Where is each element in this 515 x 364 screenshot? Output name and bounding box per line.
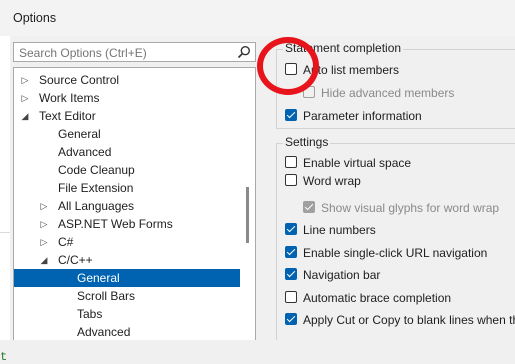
tree-item-label: Source Control (39, 73, 120, 87)
option-label: Automatic brace completion (303, 291, 452, 305)
options-tree[interactable]: ▷ Source Control ▷ Work Items ◢ Text Editor Ge… (13, 67, 256, 340)
tree-item-label: Code Cleanup (58, 163, 135, 177)
checkbox-checked-icon[interactable] (285, 268, 297, 280)
collapsed-arrow-icon[interactable]: ▷ (39, 233, 49, 251)
checkbox-unchecked-icon[interactable] (285, 174, 297, 186)
tree-item-label: ASP.NET Web Forms (58, 217, 173, 231)
tree-item-label: Work Items (39, 91, 100, 105)
checkbox-unchecked-icon[interactable] (285, 291, 297, 303)
settings-legend: Settings (283, 135, 331, 149)
checkbox-unchecked-icon[interactable] (285, 156, 297, 168)
tree-item-label: General (77, 271, 120, 285)
search-placeholder: Search Options (Ctrl+E) (19, 46, 147, 60)
tree-item-label: All Languages (58, 199, 135, 213)
option-label: Enable virtual space (303, 156, 412, 170)
option-label: Apply Cut or Copy to blank lines when th (303, 313, 515, 327)
tree-item-label: Text Editor (39, 109, 96, 123)
search-options-input[interactable]: Search Options (Ctrl+E) (13, 42, 256, 62)
expanded-arrow-icon[interactable]: ◢ (20, 107, 30, 125)
checkbox-checked-icon[interactable] (285, 246, 297, 258)
tree-item[interactable]: Advanced (14, 143, 240, 161)
tree-item[interactable]: Code Cleanup (14, 161, 240, 179)
tree-item[interactable]: Scroll Bars (14, 287, 240, 305)
expanded-arrow-icon[interactable]: ◢ (39, 251, 49, 269)
tree-item-label: File Extension (58, 181, 134, 195)
tree-item[interactable]: ▷ Work Items (14, 89, 240, 107)
search-icon[interactable] (237, 45, 251, 59)
editor-divider (0, 232, 10, 233)
window-title: Options (13, 11, 57, 25)
tree-item[interactable]: General (14, 269, 240, 287)
checkbox-checked-icon[interactable] (285, 313, 297, 325)
tree-item[interactable]: File Extension (14, 179, 240, 197)
collapsed-arrow-icon[interactable]: ▷ (39, 215, 49, 233)
option-label: Hide advanced members (321, 86, 455, 100)
tree-item[interactable]: ▷ C# (14, 233, 240, 251)
tree-item[interactable]: Tabs (14, 305, 240, 323)
option-label: Word wrap (303, 174, 361, 188)
checkbox-checked-icon[interactable] (285, 109, 297, 121)
editor-fragment-text: t (0, 350, 8, 364)
tree-item[interactable]: ▷ Source Control (14, 71, 240, 89)
tree-item[interactable]: Advanced (14, 323, 240, 340)
tree-item[interactable]: ◢ C/C++ (14, 251, 240, 269)
tree-item-label: C/C++ (58, 253, 93, 267)
checkbox-checked-icon[interactable] (285, 223, 297, 235)
option-label: Enable single-click URL navigation (303, 246, 488, 260)
tree-item-label: C# (58, 235, 74, 249)
option-label: Parameter information (303, 109, 422, 123)
red-annotation-circle (257, 37, 319, 95)
tree-item-label: Advanced (58, 145, 112, 159)
checkbox-checked-icon (303, 201, 315, 213)
tree-item[interactable]: ◢ Text Editor (14, 107, 240, 125)
title-bar: Options (0, 0, 515, 36)
tree-item-label: Advanced (77, 325, 131, 339)
collapsed-arrow-icon[interactable]: ▷ (39, 197, 49, 215)
collapsed-arrow-icon[interactable]: ▷ (20, 89, 30, 107)
option-label: Navigation bar (303, 268, 381, 282)
tree-item[interactable]: ▷ ASP.NET Web Forms (14, 215, 240, 233)
background-editor-strip: t (0, 36, 10, 364)
tree-item-label: General (58, 127, 101, 141)
tree-item-label: Scroll Bars (77, 289, 136, 303)
tree-item-label: Tabs (77, 307, 103, 321)
tree-item[interactable]: General (14, 125, 240, 143)
option-label: Show visual glyphs for word wrap (321, 201, 500, 215)
tree-scrollbar-thumb[interactable] (246, 187, 249, 243)
option-label: Line numbers (303, 223, 376, 237)
tree-item[interactable]: ▷ All Languages (14, 197, 240, 215)
collapsed-arrow-icon[interactable]: ▷ (20, 71, 30, 89)
